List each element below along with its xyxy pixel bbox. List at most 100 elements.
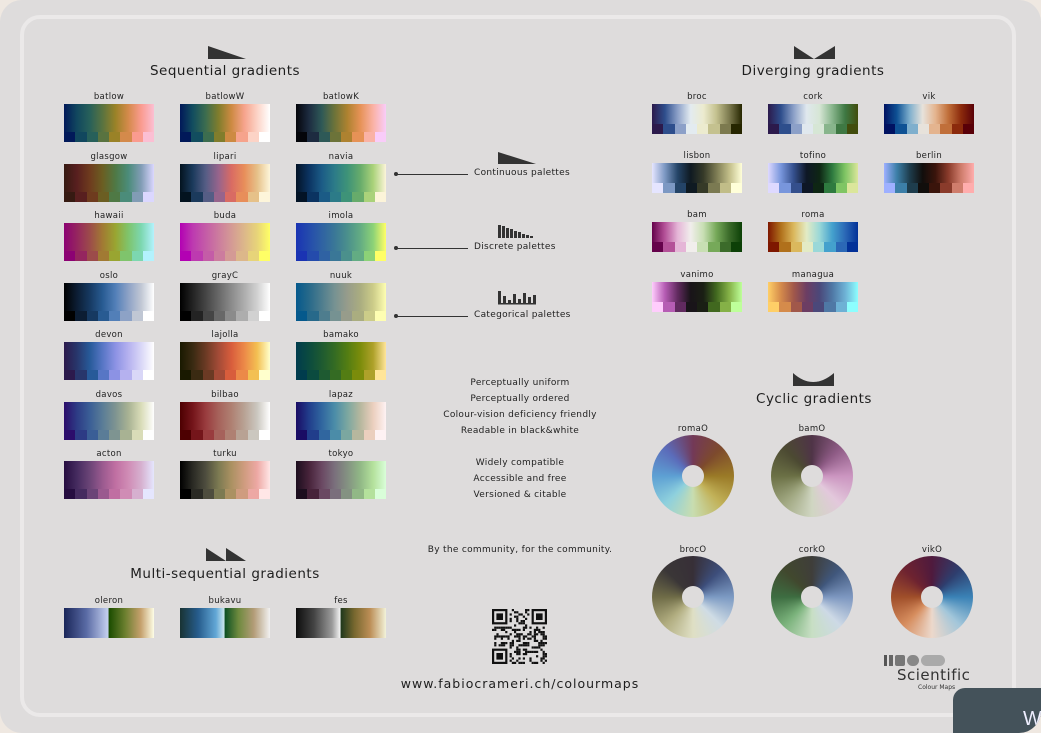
swatch (296, 132, 308, 142)
wheel-center (801, 586, 823, 608)
discrete-swatches (180, 489, 270, 499)
swatch (374, 311, 386, 321)
swatch (329, 430, 341, 440)
swatch (142, 192, 154, 202)
colormap-name: batlowW (205, 92, 245, 102)
colormap-name: turku (213, 449, 237, 459)
swatch (142, 489, 154, 499)
continuous-bar (180, 164, 270, 192)
continuous-bar (296, 608, 386, 638)
swatch (225, 430, 237, 440)
continuous-bar (64, 608, 154, 638)
swatch (258, 192, 270, 202)
swatch (374, 430, 386, 440)
discrete-swatches (64, 251, 154, 261)
legend-discrete: Discrete palettes (474, 242, 556, 252)
website-url[interactable]: www.fabiocrameri.ch/colourmaps (401, 676, 640, 691)
cyclic-wheel-romaO[interactable] (652, 435, 734, 517)
colormap-name: oleron (94, 596, 124, 606)
swatch (801, 124, 813, 134)
colormap-name: roma (801, 210, 825, 220)
swatch (120, 251, 132, 261)
swatch (685, 124, 697, 134)
swatch (697, 242, 709, 252)
swatch (97, 251, 109, 261)
discrete-swatches (296, 489, 386, 499)
swatch (64, 251, 76, 261)
swatch (247, 370, 259, 380)
discrete-swatches (64, 370, 154, 380)
colormap-name: lipari (213, 152, 237, 162)
swatch (813, 183, 825, 193)
swatch (329, 132, 341, 142)
swatch (236, 311, 248, 321)
swatch (225, 192, 237, 202)
cyclic-wheel-brocO[interactable] (652, 556, 734, 638)
swatch (86, 251, 98, 261)
swatch (719, 242, 731, 252)
cyclic-name-bamO: bamO (798, 424, 826, 434)
swatch (258, 370, 270, 380)
swatch (363, 311, 375, 321)
sequential-icon (208, 46, 246, 59)
swatch (895, 183, 907, 193)
colormap-name: batlow (93, 92, 125, 102)
continuous-bar (884, 104, 974, 124)
swatch (835, 124, 847, 134)
swatch (341, 370, 353, 380)
colormap-name: broc (687, 92, 707, 102)
continuous-bar (296, 342, 386, 370)
discrete-swatches (884, 183, 974, 193)
swatch (318, 132, 330, 142)
swatch (296, 489, 308, 499)
swatch (962, 124, 974, 134)
colormap-name: tofino (799, 151, 827, 161)
colormap-name: fes (334, 596, 348, 606)
swatch (363, 430, 375, 440)
swatch (363, 192, 375, 202)
corner-overlay-text: W (1023, 708, 1041, 730)
categorical-legend-line (396, 316, 468, 317)
continuous-bar (652, 222, 742, 242)
continuous-bar (296, 402, 386, 430)
swatch (363, 251, 375, 261)
colormap-name: imola (328, 211, 354, 221)
swatch (708, 302, 720, 312)
feature-perceptually-ordered: Perceptually ordered (470, 394, 570, 404)
continuous-bar (296, 164, 386, 192)
swatch (790, 302, 802, 312)
cyclic-wheel-corkO[interactable] (771, 556, 853, 638)
swatch (120, 192, 132, 202)
swatch (674, 242, 686, 252)
swatch (109, 489, 121, 499)
swatch (329, 489, 341, 499)
swatch (225, 311, 237, 321)
swatch (131, 430, 143, 440)
colormap-name: davos (95, 390, 123, 400)
corner-overlay-button[interactable]: W (953, 688, 1041, 733)
colormap-name: glasgow (90, 152, 128, 162)
qr-code-icon[interactable] (492, 609, 547, 664)
continuous-bar (296, 461, 386, 489)
discrete-swatches (296, 132, 386, 142)
discrete-swatches (180, 132, 270, 142)
cyclic-name-romaO: romaO (677, 424, 709, 434)
swatch (824, 124, 836, 134)
continuous-bar (64, 461, 154, 489)
continuous-bar (180, 104, 270, 132)
cyclic-wheel-bamO[interactable] (771, 435, 853, 517)
swatch (768, 242, 780, 252)
swatch (225, 132, 237, 142)
swatch (131, 370, 143, 380)
swatch (307, 430, 319, 440)
colormap-name: lapaz (328, 390, 354, 400)
colormap-name: vik (922, 92, 936, 102)
swatch (191, 192, 203, 202)
swatch (202, 251, 214, 261)
swatch (213, 430, 225, 440)
swatch (142, 370, 154, 380)
swatch (64, 311, 76, 321)
cyclic-wheel-vikO[interactable] (891, 556, 973, 638)
swatch (97, 192, 109, 202)
colormap-name: acton (96, 449, 122, 459)
